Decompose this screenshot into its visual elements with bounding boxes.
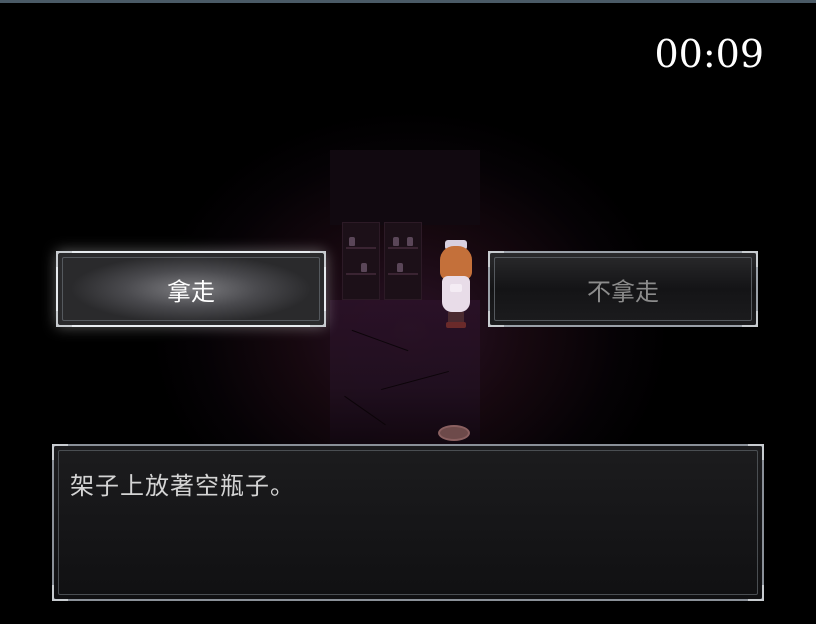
frame-corner-ornament <box>742 311 758 327</box>
message-text: 架子上放著空瓶子。 <box>70 472 295 500</box>
floor-plate <box>438 425 470 441</box>
frame-corner-ornament <box>742 251 758 267</box>
frame-corner-ornament <box>488 311 504 327</box>
frame-corner-ornament <box>748 444 764 460</box>
shelf-left[interactable] <box>342 222 380 300</box>
frame-corner-ornament <box>52 444 68 460</box>
countdown-timer: 00:09 <box>654 32 764 76</box>
frame-corner-ornament <box>748 585 764 601</box>
choice-take-label: 拿走 <box>167 277 215 306</box>
room-back-wall <box>330 150 480 225</box>
shelf-center[interactable] <box>384 222 422 300</box>
frame-corner-ornament <box>310 311 326 327</box>
frame-corner-ornament <box>488 251 504 267</box>
frame-corner-ornament <box>56 311 72 327</box>
choice-leave-button[interactable]: 不拿走 <box>488 251 758 327</box>
player-character <box>436 240 476 330</box>
top-border-line <box>0 0 816 3</box>
frame-corner-ornament <box>56 251 72 267</box>
message-window[interactable]: 架子上放著空瓶子。 <box>52 444 764 601</box>
choice-take-button[interactable]: 拿走 <box>56 251 326 327</box>
frame-corner-ornament <box>310 251 326 267</box>
choice-leave-label: 不拿走 <box>587 277 659 306</box>
frame-corner-ornament <box>52 585 68 601</box>
